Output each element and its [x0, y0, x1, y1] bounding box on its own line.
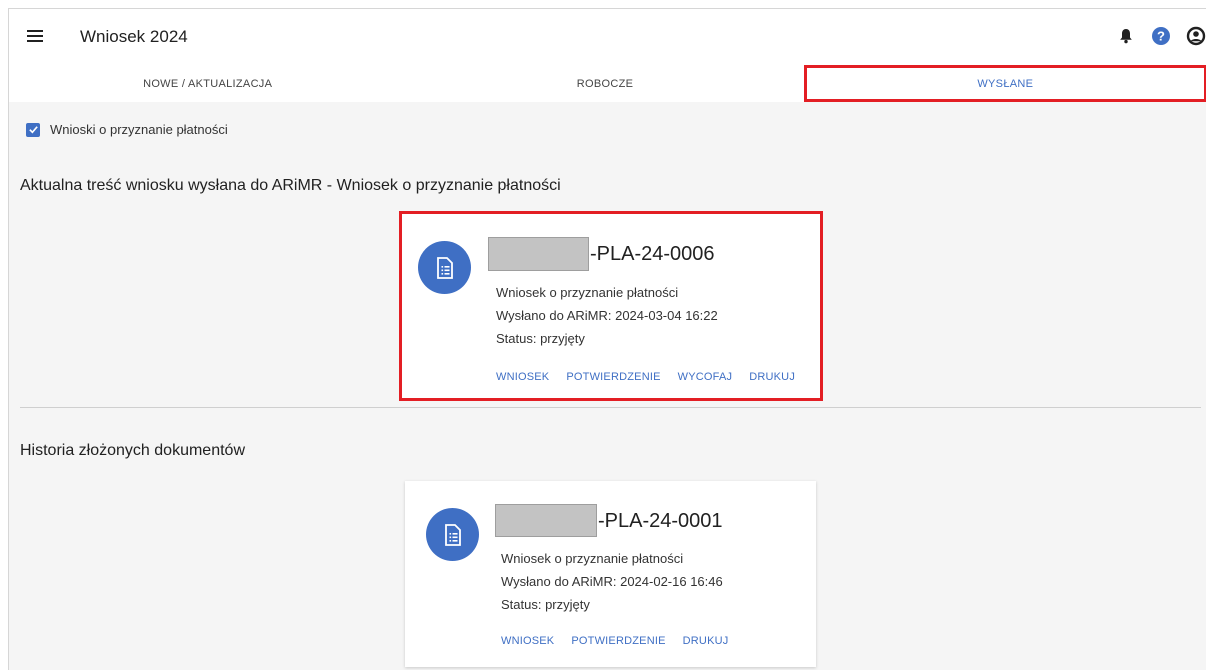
current-document-card: -PLA-24-0006 Wniosek o przyznanie płatno…	[399, 211, 823, 401]
app-title: Wniosek 2024	[80, 27, 188, 46]
document-type: Wniosek o przyznanie płatności	[496, 285, 679, 300]
filter-checkbox-label: Wnioski o przyznanie płatności	[50, 122, 228, 137]
sent-date: Wysłano do ARiMR: 2024-03-04 16:22	[496, 308, 718, 323]
redacted-number	[495, 504, 597, 537]
card-actions: WNIOSEK POTWIERDZENIE WYCOFAJ DRUKUJ	[496, 371, 812, 383]
checkbox-checked-icon[interactable]	[26, 122, 40, 137]
menu-icon[interactable]	[27, 30, 43, 42]
tab-robocze[interactable]: ROBOCZE	[406, 65, 803, 102]
potwierdzenie-button[interactable]: POTWIERDZENIE	[571, 635, 665, 647]
top-toolbar: Wniosek 2024 ?	[9, 9, 1206, 65]
app-frame: Wniosek 2024 ? NOWE / AKTUALIZACJA ROBOC…	[8, 8, 1206, 670]
tab-bar: NOWE / AKTUALIZACJA ROBOCZE WYSŁANE	[9, 65, 1206, 102]
tab-wyslane[interactable]: WYSŁANE	[803, 65, 1206, 102]
redacted-number	[488, 237, 589, 271]
document-status: Status: przyjęty	[496, 331, 585, 346]
card-actions: WNIOSEK POTWIERDZENIE DRUKUJ	[501, 635, 745, 647]
section-divider	[20, 407, 1201, 408]
document-icon	[426, 508, 479, 561]
wniosek-button[interactable]: WNIOSEK	[501, 635, 554, 647]
document-number: -PLA-24-0006	[590, 243, 715, 265]
potwierdzenie-button[interactable]: POTWIERDZENIE	[566, 371, 660, 383]
document-type: Wniosek o przyznanie płatności	[501, 551, 684, 566]
filter-checkbox[interactable]: Wnioski o przyznanie płatności	[26, 122, 228, 137]
tab-nowe-aktualizacja[interactable]: NOWE / AKTUALIZACJA	[9, 65, 406, 102]
current-section-title: Aktualna treść wniosku wysłana do ARiMR …	[20, 177, 561, 194]
help-icon[interactable]: ?	[1150, 25, 1172, 47]
wniosek-button[interactable]: WNIOSEK	[496, 371, 549, 383]
history-document-card: -PLA-24-0001 Wniosek o przyznanie płatno…	[405, 481, 816, 667]
document-number: -PLA-24-0001	[598, 510, 723, 532]
bell-icon[interactable]	[1115, 25, 1137, 47]
account-icon[interactable]	[1185, 25, 1206, 47]
drukuj-button[interactable]: DRUKUJ	[683, 635, 729, 647]
svg-text:?: ?	[1157, 29, 1165, 44]
history-section-title: Historia złożonych dokumentów	[20, 442, 245, 459]
sent-date: Wysłano do ARiMR: 2024-02-16 16:46	[501, 574, 723, 589]
drukuj-button[interactable]: DRUKUJ	[749, 371, 795, 383]
document-status: Status: przyjęty	[501, 597, 590, 612]
document-icon	[418, 241, 471, 294]
toolbar-actions: ?	[1102, 25, 1206, 47]
wycofaj-button[interactable]: WYCOFAJ	[678, 371, 733, 383]
